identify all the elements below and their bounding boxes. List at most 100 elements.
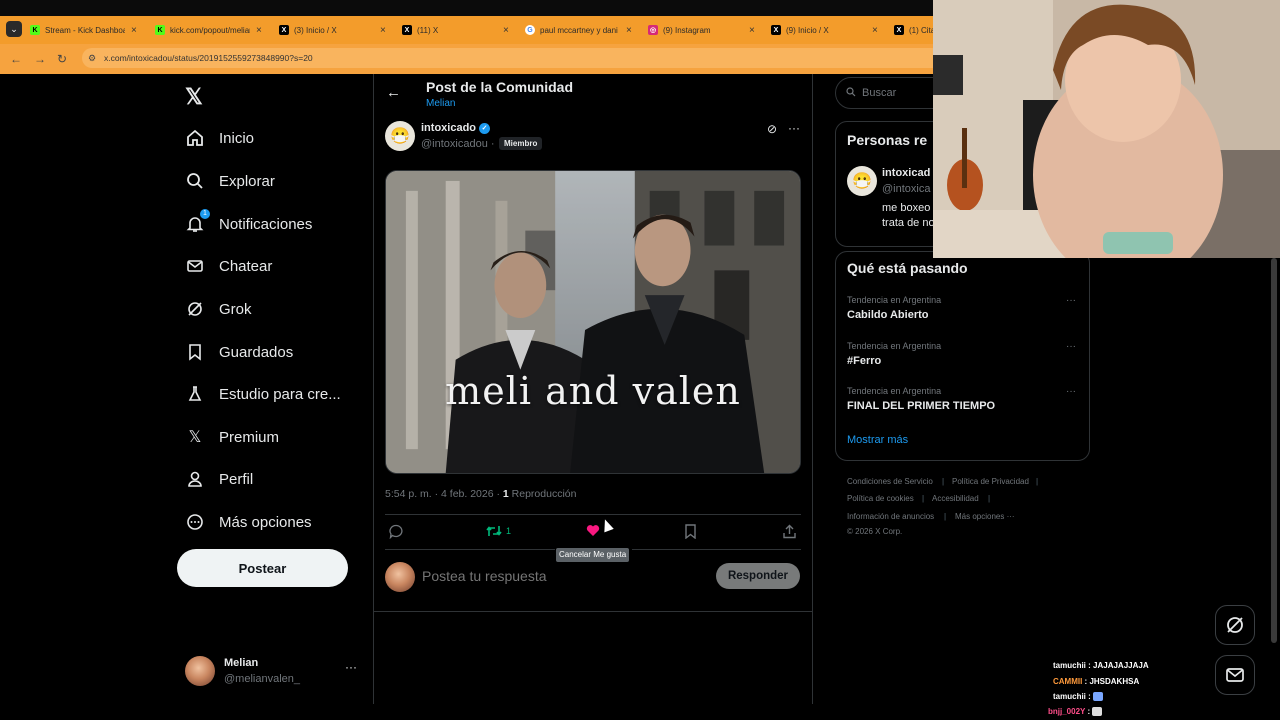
home-icon [184, 127, 206, 149]
share-action[interactable] [782, 524, 797, 539]
nav-item-perfil[interactable]: Perfil [184, 466, 253, 492]
related-user-name[interactable]: intoxicad [882, 167, 930, 179]
grok-float-button[interactable] [1215, 605, 1255, 645]
close-tab-icon[interactable]: × [872, 25, 878, 36]
footer-link-accessibility[interactable]: Accesibilidad [932, 494, 979, 503]
like-action[interactable] [586, 524, 600, 537]
reply-input[interactable] [422, 566, 702, 586]
divider [373, 611, 812, 612]
search-placeholder: Buscar [862, 87, 897, 99]
post-time[interactable]: 5:54 p. m. · 4 feb. 2026 · [385, 488, 500, 500]
person-icon [184, 468, 206, 490]
author-name[interactable]: intoxicado ✓ [421, 122, 491, 134]
x-icon: X [279, 25, 289, 35]
footer-separator: | [1036, 477, 1039, 486]
nav-item-inicio[interactable]: Inicio [184, 125, 254, 151]
close-tab-icon[interactable]: × [131, 25, 137, 36]
nav-item-grok[interactable]: Grok [184, 296, 252, 322]
instagram-icon: ◎ [648, 25, 658, 35]
footer-link-cookies[interactable]: Política de cookies [847, 494, 914, 503]
author-handle[interactable]: @intoxicadou · [421, 138, 495, 150]
nav-item-estudio[interactable]: Estudio para cre... [184, 381, 341, 407]
chat-message: CAMMII : JHSDAKHSA [1053, 677, 1140, 686]
tab-title: (11) X [417, 25, 439, 35]
footer-link-ads[interactable]: Información de anuncios [847, 512, 934, 521]
bookmark-action[interactable] [684, 524, 697, 539]
footer-link-terms[interactable]: Condiciones de Servicio [847, 477, 933, 486]
nav-item-chatear[interactable]: Chatear [184, 253, 272, 279]
nav-item-guardados[interactable]: Guardados [184, 339, 293, 365]
more-circle-icon [184, 511, 206, 533]
browser-tab[interactable]: K Stream - Kick Dashboard × [30, 19, 137, 41]
retweet-action[interactable]: 1 [486, 524, 511, 538]
author-name-text: intoxicado [421, 122, 477, 134]
emote-icon [1092, 707, 1103, 717]
community-link[interactable]: Melian [426, 98, 455, 109]
x-icon: X [894, 25, 904, 35]
footer-link-more[interactable]: Más opciones ··· [955, 512, 1015, 521]
more-icon[interactable]: ··· [1066, 341, 1076, 352]
trend-name[interactable]: #Ferro [847, 355, 881, 367]
reload-icon[interactable]: ↻ [57, 52, 67, 66]
close-tab-icon[interactable]: × [749, 25, 755, 36]
trend-meta: Tendencia en Argentina [847, 295, 942, 305]
browser-tab[interactable]: X (9) Inicio / X × [771, 19, 878, 41]
reply-action[interactable] [389, 524, 404, 539]
scrollbar[interactable] [1271, 258, 1277, 643]
nav-label: Perfil [219, 470, 254, 488]
footer-link-privacy[interactable]: Política de Privacidad [952, 477, 1029, 486]
chat-username: CAMMII [1053, 677, 1083, 686]
post-image[interactable]: meli and valen [385, 170, 801, 474]
browser-tab[interactable]: K kick.com/popout/melian × [155, 19, 262, 41]
heart-filled-icon [586, 525, 600, 536]
footer-separator: | [944, 512, 947, 521]
x-icon: 𝕏 [188, 429, 202, 446]
forward-icon[interactable]: → [34, 52, 46, 66]
messages-float-button[interactable] [1215, 655, 1255, 695]
browser-tab[interactable]: X (3) Inicio / X × [279, 19, 386, 41]
tab-list-dropdown-icon[interactable]: ⌄ [6, 21, 22, 37]
show-more-link[interactable]: Mostrar más [847, 434, 908, 446]
chat-message: bnjj_002Y : [1048, 707, 1103, 717]
back-icon[interactable]: ← [10, 52, 22, 66]
verified-badge-icon: ✓ [479, 122, 491, 134]
nav-item-explorar[interactable]: Explorar [184, 168, 275, 194]
account-handle: @melianvalen_ [224, 673, 300, 685]
nav-item-mas-opciones[interactable]: Más opciones [184, 509, 312, 535]
close-tab-icon[interactable]: × [626, 25, 632, 36]
back-arrow-icon[interactable]: ← [386, 84, 401, 101]
site-info-icon[interactable]: ⚙ [88, 53, 98, 63]
grok-icon[interactable]: ⊘ [767, 122, 777, 136]
close-tab-icon[interactable]: × [380, 25, 386, 36]
url-field[interactable]: ⚙ x.com/intoxicadou/status/2019152559273… [82, 48, 942, 68]
account-name: Melian [224, 657, 259, 669]
more-icon[interactable]: ··· [788, 121, 800, 135]
tab-title: (3) Inicio / X [294, 25, 337, 35]
post-button[interactable]: Postear [177, 549, 348, 587]
bell-icon: 1 [184, 209, 210, 235]
author-avatar[interactable]: 😷 [385, 121, 415, 151]
more-icon[interactable]: ··· [1066, 386, 1076, 397]
browser-tab[interactable]: ◎ (9) Instagram × [648, 19, 755, 41]
trend-name[interactable]: Cabildo Abierto [847, 309, 928, 321]
close-tab-icon[interactable]: × [503, 25, 509, 36]
account-switcher[interactable]: Melian @melianvalen_ ··· [185, 656, 365, 688]
reply-button[interactable]: Responder [716, 563, 800, 589]
more-icon[interactable]: ··· [1066, 295, 1076, 306]
trend-name[interactable]: FINAL DEL PRIMER TIEMPO [847, 400, 995, 412]
related-user-avatar[interactable]: 😷 [847, 166, 877, 196]
close-tab-icon[interactable]: × [256, 25, 262, 36]
post-timestamp: 5:54 p. m. · 4 feb. 2026 · 1 Reproducció… [385, 488, 576, 500]
search-icon [184, 170, 206, 192]
nav-item-premium[interactable]: 𝕏 Premium [184, 424, 279, 450]
browser-tab[interactable]: G paul mccartney y dani × [525, 19, 632, 41]
tab-title: (9) Instagram [663, 25, 711, 35]
x-icon: X [402, 25, 412, 35]
kick-icon: K [30, 25, 40, 35]
divider [385, 549, 555, 550]
x-logo-icon[interactable]: 𝕏 [185, 84, 203, 110]
browser-tab[interactable]: X (11) X × [402, 19, 509, 41]
more-icon[interactable]: ··· [345, 660, 357, 674]
nav-item-notificaciones[interactable]: 1 Notificaciones [184, 209, 312, 237]
mail-icon [1226, 668, 1244, 682]
